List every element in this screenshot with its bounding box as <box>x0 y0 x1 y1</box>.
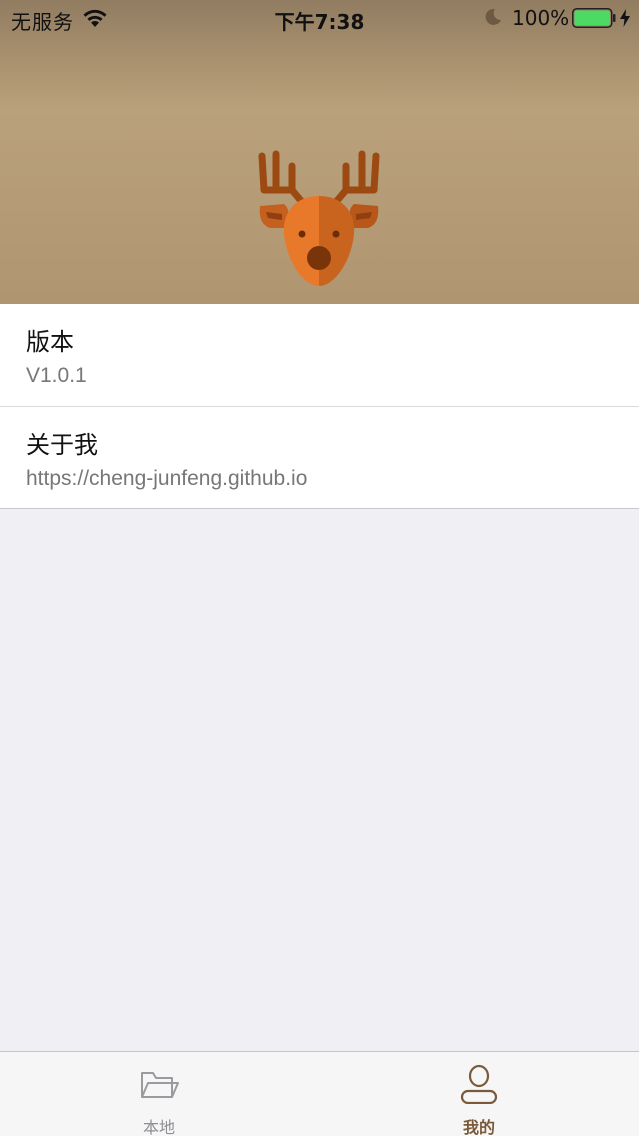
list-item-about[interactable]: 关于我 https://cheng-junfeng.github.io <box>0 406 639 508</box>
list-item-subtitle: https://cheng-junfeng.github.io <box>26 467 308 490</box>
tab-local[interactable]: 本地 <box>79 1052 239 1136</box>
battery-icon <box>572 8 616 28</box>
battery-percent: 100% <box>512 6 570 30</box>
list-item-subtitle: V1.0.1 <box>26 364 87 387</box>
folder-icon <box>141 1072 179 1098</box>
tab-bar: 本地 我的 <box>0 1051 639 1136</box>
person-icon <box>460 1064 498 1104</box>
deer-icon[interactable] <box>256 148 382 288</box>
profile-header: 无服务 下午7:38 100% <box>0 0 639 304</box>
list-item-version[interactable]: 版本 V1.0.1 <box>0 304 639 406</box>
list-item-title: 关于我 <box>26 431 98 459</box>
moon-icon <box>485 8 501 25</box>
charging-bolt-icon <box>620 9 630 27</box>
tab-label: 本地 <box>142 1118 175 1136</box>
list-item-title: 版本 <box>26 328 74 356</box>
settings-list: 版本 V1.0.1 关于我 https://cheng-junfeng.gith… <box>0 304 639 509</box>
status-bar: 无服务 下午7:38 100% <box>0 0 639 36</box>
tab-mine[interactable]: 我的 <box>399 1052 559 1136</box>
tab-label: 我的 <box>462 1118 495 1136</box>
